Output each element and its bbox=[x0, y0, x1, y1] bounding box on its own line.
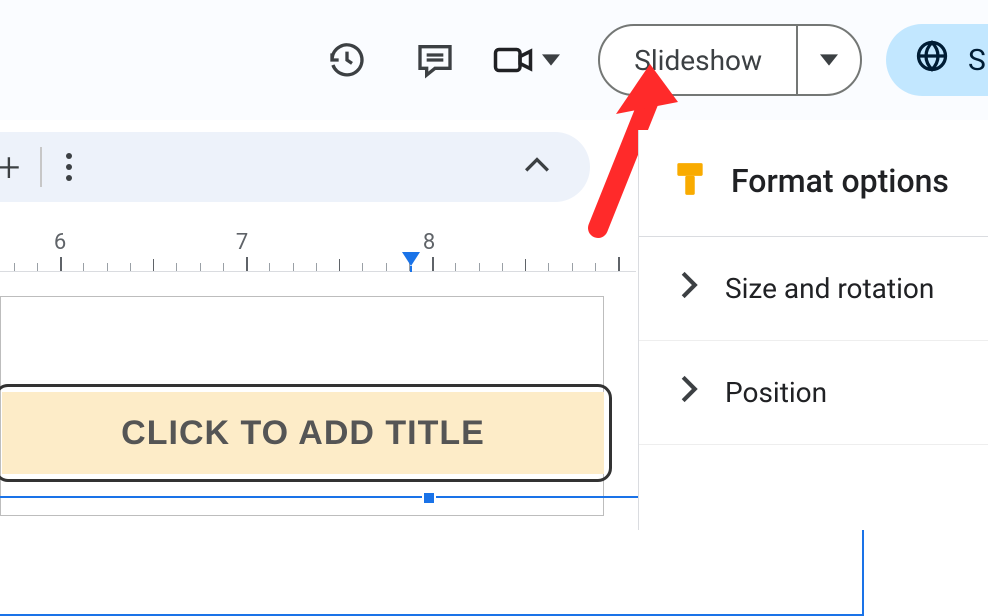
ruler-number: 6 bbox=[54, 230, 66, 255]
more-options-button[interactable] bbox=[60, 153, 78, 181]
camera-icon bbox=[489, 36, 537, 84]
ruler-indent-marker[interactable] bbox=[402, 252, 420, 266]
slideshow-button-group: Slideshow bbox=[598, 24, 862, 96]
slideshow-button[interactable]: Slideshow bbox=[600, 26, 798, 94]
version-history-icon[interactable] bbox=[323, 36, 371, 84]
slide-canvas[interactable]: CLICK TO ADD TITLE bbox=[0, 290, 636, 530]
format-brush-icon bbox=[671, 160, 709, 202]
sidebar-header: Format options bbox=[639, 130, 988, 237]
ruler-number: 8 bbox=[423, 230, 435, 255]
comment-icon[interactable] bbox=[411, 36, 459, 84]
secondary-toolbar: + bbox=[0, 132, 590, 202]
meet-button-group[interactable] bbox=[489, 36, 565, 84]
top-app-bar: Slideshow S bbox=[0, 0, 988, 120]
horizontal-ruler[interactable]: 6 7 8 bbox=[0, 230, 636, 272]
collapse-toolbar-button[interactable] bbox=[524, 157, 550, 177]
chevron-right-icon bbox=[679, 375, 699, 410]
title-text-box-fill: CLICK TO ADD TITLE bbox=[2, 392, 604, 474]
dropdown-triangle-icon bbox=[537, 36, 565, 84]
title-placeholder-text: CLICK TO ADD TITLE bbox=[121, 414, 485, 453]
globe-icon bbox=[914, 38, 950, 82]
chevron-right-icon bbox=[679, 271, 699, 306]
slideshow-dropdown-button[interactable] bbox=[798, 26, 860, 94]
toolbar-separator bbox=[40, 147, 42, 187]
selection-handle-top[interactable] bbox=[422, 491, 436, 505]
sidebar-item-label: Size and rotation bbox=[725, 272, 934, 305]
format-options-sidebar: Format options Size and rotation Positio… bbox=[638, 130, 988, 530]
sidebar-item-size-rotation[interactable]: Size and rotation bbox=[639, 237, 988, 340]
share-button[interactable]: S bbox=[886, 24, 988, 96]
title-text-box[interactable]: CLICK TO ADD TITLE bbox=[0, 384, 612, 482]
share-label: S bbox=[968, 43, 986, 78]
sidebar-item-position[interactable]: Position bbox=[639, 341, 988, 444]
sidebar-divider bbox=[639, 444, 988, 445]
slideshow-label: Slideshow bbox=[634, 44, 762, 77]
sidebar-item-label: Position bbox=[725, 376, 827, 409]
add-button[interactable]: + bbox=[0, 144, 22, 191]
sidebar-title: Format options bbox=[731, 162, 949, 200]
ruler-number: 7 bbox=[236, 230, 248, 255]
